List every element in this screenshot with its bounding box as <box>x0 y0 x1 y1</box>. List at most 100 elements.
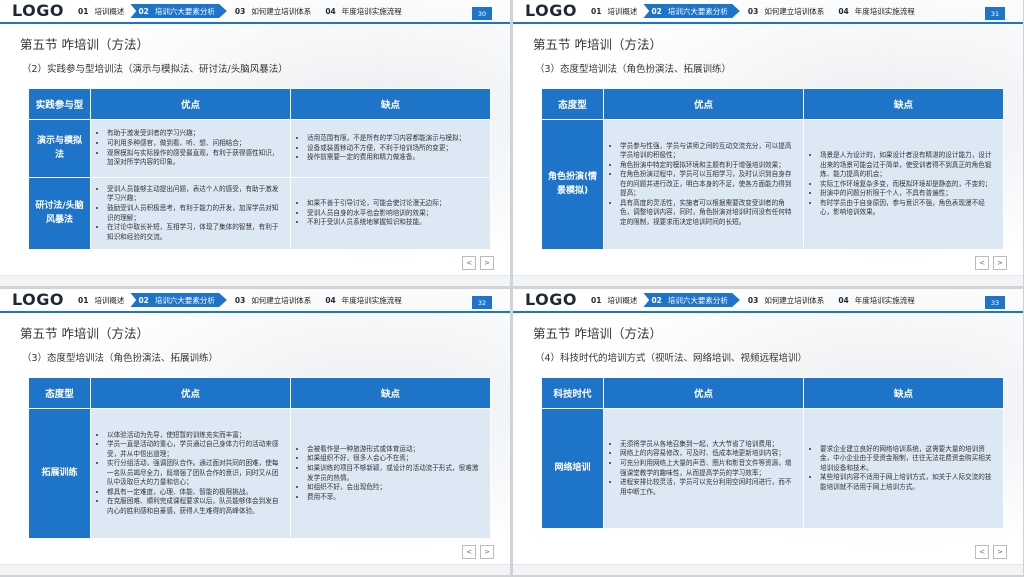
nav-item-2[interactable]: 02 培训六大要素分析 <box>643 4 740 18</box>
list-item: 某些培训内容不适用于网上培训方式，如关于人际交流的技能培训就不适用于网上培训方式… <box>820 473 997 492</box>
nav-num: 04 <box>838 6 849 16</box>
nav-label: 培训概述 <box>94 6 125 16</box>
slide-30[interactable]: LOGO 01 培训概述 02 培训六大要素分析 03 如何建立培训体系 04 年度培训… <box>0 0 510 286</box>
nav-num: 04 <box>838 295 849 305</box>
nav-num: 03 <box>234 295 246 305</box>
row-header: 网络培训 <box>541 408 604 529</box>
col-header-pros: 优点 <box>603 377 804 409</box>
slide-33[interactable]: LOGO 01 培训概述 02 培训六大要素分析 03 如何建立培训体系 04 年度培训… <box>513 289 1023 575</box>
pager: < > <box>462 256 494 270</box>
nav-item-3[interactable]: 03 如何建立培训体系 <box>227 293 317 307</box>
nav-item-3[interactable]: 03 如何建立培训体系 <box>227 4 317 18</box>
footer-bar <box>513 275 1023 286</box>
list-item: 要求企业建立良好的网络培训系统，这需要大量的培训资金，中小企业由于受资金限制，往… <box>820 445 997 474</box>
next-button[interactable]: > <box>480 545 494 559</box>
list-item: 可利用多种感官，做到看、听、想、问相结合； <box>107 139 284 149</box>
nav-item-1[interactable]: 01 培训概述 <box>583 4 643 18</box>
prev-button[interactable]: < <box>462 545 476 559</box>
nav-item-2[interactable]: 02 培训六大要素分析 <box>643 293 740 307</box>
table-header-row: 科技时代 优点 缺点 <box>541 377 1004 409</box>
list-item: 费用不菲。 <box>307 493 484 503</box>
nav-label: 如何建立培训体系 <box>251 295 312 305</box>
logo: LOGO <box>525 290 577 309</box>
nav-bar: 01 培训概述 02 培训六大要素分析 03 如何建立培训体系 04 年度培训实施流程 <box>583 4 921 18</box>
nav-num: 04 <box>325 295 336 305</box>
nav-num: 03 <box>234 6 246 16</box>
table-header-row: 态度型 优点 缺点 <box>541 88 1004 120</box>
nav-item-3[interactable]: 03 如何建立培训体系 <box>740 293 830 307</box>
nav-item-4[interactable]: 04 年度培训实施流程 <box>830 4 920 18</box>
list-item: 受训人员能够主动提出问题，表达个人的感受，有助于激发学习兴趣； <box>107 185 284 204</box>
cons-cell: 要求企业建立良好的网络培训系统，这需要大量的培训资金，中小企业由于受资金限制，往… <box>803 408 1004 529</box>
pros-cell: 受训人员能够主动提出问题，表达个人的感受，有助于激发学习兴趣； 鼓励受训人员积极… <box>90 177 291 250</box>
list-item: 有时学员由于自身原因，参与意识不强，角色表现漫不经心，影响培训效果。 <box>820 199 997 218</box>
list-item: 学员参与性强，学员与讲师之间的互动交流充分，可以提高学员培训的积极性； <box>620 142 797 161</box>
nav-label: 如何建立培训体系 <box>764 295 825 305</box>
list-item: 可充分利用网络上大量的声音、图片和影音文件等资源，增强课堂教学的趣味性，从而提高… <box>620 459 797 478</box>
next-button[interactable]: > <box>480 256 494 270</box>
nav-item-1[interactable]: 01 培训概述 <box>70 293 130 307</box>
nav-label: 培训六大要素分析 <box>154 295 215 305</box>
table-row: 网络培训 无须将学员从各地召集到一起，大大节省了培训费用； 网络上的内容易修改，… <box>541 408 1004 529</box>
pros-cell: 以体验活动为先导，使短暂的训练充实而丰富； 学员一直是活动的重心，学员通过自己身… <box>90 408 291 539</box>
nav-num: 03 <box>747 6 759 16</box>
list-item: 进程安排比较灵活，学员可以充分利用空闲时间进行，而不用中断工作。 <box>620 478 797 497</box>
list-item: 扮演中的问题分析限于个人，不具有普遍性； <box>820 189 997 199</box>
nav-item-3[interactable]: 03 如何建立培训体系 <box>740 4 830 18</box>
row-header: 演示与模拟法 <box>28 119 91 178</box>
comparison-table: 科技时代 优点 缺点 网络培训 无须将学员从各地召集到一起，大大节省了培训费用；… <box>541 377 1004 529</box>
col-header-type: 态度型 <box>541 88 604 120</box>
list-item: 具有高度的灵活性，实施者可以根据需要改变受训者的角色，调整培训内容，同时，角色扮… <box>620 199 797 228</box>
slide-header: LOGO 01 培训概述 02 培训六大要素分析 03 如何建立培训体系 04 年度培训… <box>0 289 510 311</box>
next-button[interactable]: > <box>993 256 1007 270</box>
nav-item-4[interactable]: 04 年度培训实施流程 <box>317 4 407 18</box>
nav-item-2[interactable]: 02 培训六大要素分析 <box>130 4 227 18</box>
next-button[interactable]: > <box>993 545 1007 559</box>
row-header: 研讨法/头脑风暴法 <box>28 177 91 250</box>
pros-cell: 有助于激发受训者的学习兴趣； 可利用多种感官，做到看、听、想、问相结合； 观察模… <box>90 119 291 178</box>
nav-num: 01 <box>78 295 89 305</box>
slide-32[interactable]: LOGO 01 培训概述 02 培训六大要素分析 03 如何建立培训体系 04 年度培训… <box>0 289 510 575</box>
nav-item-2[interactable]: 02 培训六大要素分析 <box>130 293 227 307</box>
list-item: 观察模拟与实际操作的感受最直观，有利于获得感性知识，加深对所学内容的印象。 <box>107 149 284 168</box>
table-header-row: 实践参与型 优点 缺点 <box>28 88 491 120</box>
list-item: 操作前需要一定的费用和精力做准备。 <box>307 153 484 163</box>
col-header-type: 态度型 <box>28 377 91 409</box>
pager: < > <box>975 545 1007 559</box>
list-item: 在讨论中取长补短，互相学习，体现了集体的智慧，有利于知识和经验的交流。 <box>107 223 284 242</box>
list-item: 设备或装置移动不方便，不利于培训场所的变更； <box>307 144 484 154</box>
footer-bar <box>0 275 510 286</box>
nav-num: 02 <box>651 6 662 16</box>
nav-label: 培训六大要素分析 <box>154 6 215 16</box>
nav-item-1[interactable]: 01 培训概述 <box>583 293 643 307</box>
slide-title: 第五节 咋培训（方法） <box>533 326 662 341</box>
nav-label: 年度培训实施流程 <box>341 295 402 305</box>
prev-button[interactable]: < <box>975 256 989 270</box>
nav-num: 01 <box>591 6 602 16</box>
slide-31[interactable]: LOGO 01 培训概述 02 培训六大要素分析 03 如何建立培训体系 04 年度培训… <box>513 0 1023 286</box>
list-item: 无须将学员从各地召集到一起，大大节省了培训费用； <box>620 440 797 450</box>
table-row: 研讨法/头脑风暴法 受训人员能够主动提出问题，表达个人的感受，有助于激发学习兴趣… <box>28 177 491 250</box>
list-item: 场景是人为设计的，如果设计者没有精湛的设计能力，设计出来的场景可能会过于简单，使… <box>820 151 997 180</box>
nav-label: 如何建立培训体系 <box>764 6 825 16</box>
comparison-table: 态度型 优点 缺点 角色扮演(情景模拟) 学员参与性强，学员与讲师之间的互动交流… <box>541 88 1004 250</box>
slide-subtitle: （3）态度型培训法（角色扮演法、拓展训练） <box>22 353 219 364</box>
nav-num: 04 <box>325 6 336 16</box>
table-row: 演示与模拟法 有助于激发受训者的学习兴趣； 可利用多种感官，做到看、听、想、问相… <box>28 119 491 178</box>
prev-button[interactable]: < <box>975 545 989 559</box>
nav-label: 如何建立培训体系 <box>251 6 312 16</box>
pager: < > <box>975 256 1007 270</box>
prev-button[interactable]: < <box>462 256 476 270</box>
nav-item-4[interactable]: 04 年度培训实施流程 <box>830 293 920 307</box>
logo: LOGO <box>12 1 64 20</box>
list-item: 在角色扮演过程中，学员可以互相学习，及时认识到自身存在的问题并进行改正，明白本身… <box>620 170 797 199</box>
list-item: 如组织不好，会出现危险； <box>307 483 484 493</box>
list-item: 如果组织不好，很多人会心不在焉； <box>307 454 484 464</box>
col-header-pros: 优点 <box>90 377 291 409</box>
nav-label: 培训六大要素分析 <box>667 6 728 16</box>
nav-item-1[interactable]: 01 培训概述 <box>70 4 130 18</box>
list-item: 在克服困难、顺利完成课程要求以后，队员能够体会到发自内心的胜利感和自豪感，获得人… <box>107 497 284 516</box>
nav-bar: 01 培训概述 02 培训六大要素分析 03 如何建立培训体系 04 年度培训实施流程 <box>583 293 921 307</box>
nav-item-4[interactable]: 04 年度培训实施流程 <box>317 293 407 307</box>
header-divider <box>513 22 1023 24</box>
